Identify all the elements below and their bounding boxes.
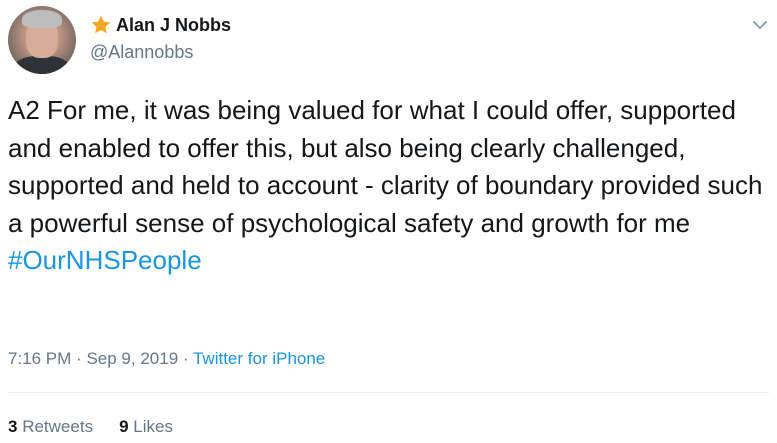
meta-separator: · [76,349,82,368]
tweet-time[interactable]: 7:16 PM [8,349,71,368]
divider [8,392,769,393]
tweet-text: A2 For me, it was being valued for what … [8,92,763,280]
tweet-header: Alan J Nobbs @Alannobbs [8,6,777,76]
tweet-source-link[interactable]: Twitter for iPhone [193,349,325,368]
avatar-hair [22,10,62,28]
likes-count: 9 [119,417,129,436]
retweets-count: 3 [8,417,18,436]
star-icon [90,14,112,36]
chevron-down-icon[interactable] [751,16,769,34]
tweet-date[interactable]: Sep 9, 2019 [86,349,178,368]
hashtag-link[interactable]: #OurNHSPeople [8,245,202,275]
likes-stat[interactable]: 9 Likes [119,417,173,437]
tweet-meta: 7:16 PM · Sep 9, 2019 · Twitter for iPho… [8,349,325,369]
avatar-shirt [14,56,70,74]
name-row: Alan J Nobbs [90,14,231,36]
tweet-stats: 3 Retweets 9 Likes [8,417,173,437]
tweet-body: A2 For me, it was being valued for what … [8,95,770,238]
retweets-label: Retweets [22,417,94,436]
user-handle[interactable]: @Alannobbs [90,42,193,63]
likes-label: Likes [133,417,173,436]
avatar[interactable] [8,6,76,74]
meta-separator: · [182,349,189,368]
retweets-stat[interactable]: 3 Retweets [8,417,93,437]
display-name[interactable]: Alan J Nobbs [116,15,231,36]
